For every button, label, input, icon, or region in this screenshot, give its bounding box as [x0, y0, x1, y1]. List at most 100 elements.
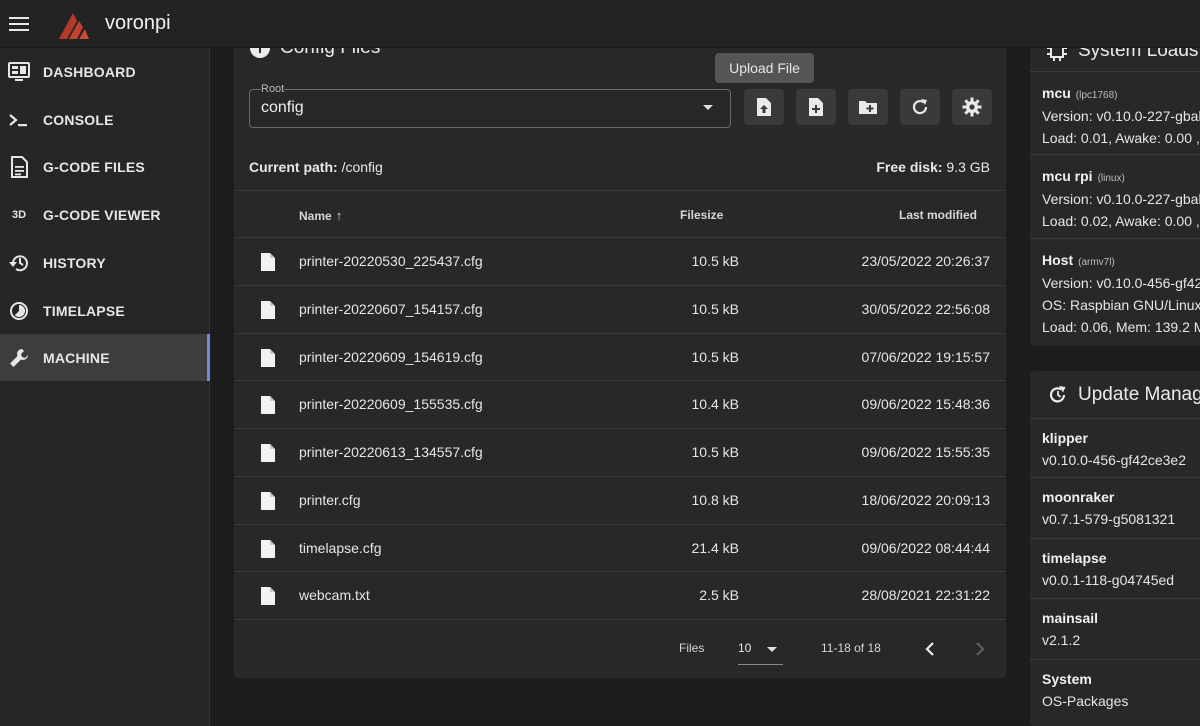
panel-title: Update Manag: [1078, 384, 1200, 405]
update-item-timelapse: timelapse v0.0.1-118-g04745ed: [1030, 539, 1200, 599]
file-icon: [260, 395, 276, 420]
file-icon: [260, 300, 276, 325]
refresh-button[interactable]: [900, 89, 940, 125]
file-modified: 28/08/2021 22:31:22: [861, 587, 990, 604]
history-icon: [8, 252, 30, 274]
load-line: OS: Raspbian GNU/Linux: [1042, 297, 1200, 313]
create-file-button[interactable]: [796, 89, 836, 125]
sidebar-item-label: HISTORY: [43, 254, 106, 271]
file-size: 10.5 kB: [691, 444, 739, 460]
file-icon: [260, 348, 276, 373]
table-row[interactable]: printer-20220607_154157.cfg 10.5 kB 30/05/…: [234, 286, 1006, 334]
create-folder-button[interactable]: [848, 89, 888, 125]
file-upload-icon: [757, 98, 771, 116]
sidebar-item-gcode-files[interactable]: G-CODE FILES: [0, 143, 210, 190]
load-block-host: Host (armv7l) Version: v0.10.0-456-gf42 O…: [1030, 239, 1200, 346]
file-name: printer-20220609_154619.cfg: [299, 348, 483, 365]
update-item-klipper: klipper v0.10.0-456-gf42ce3e2: [1030, 418, 1200, 478]
file-modified: 09/06/2022 15:48:36: [861, 396, 990, 413]
file-size: 10.5 kB: [691, 348, 739, 365]
load-line: Version: v0.10.0-227-gbab: [1042, 108, 1200, 124]
file-size: 10.5 kB: [691, 253, 739, 269]
refresh-icon: [912, 99, 928, 115]
column-name[interactable]: Name ↑: [299, 208, 342, 223]
file-name: webcam.txt: [299, 587, 370, 604]
arrow-up-icon[interactable]: ↑: [336, 208, 343, 223]
chevron-right-icon: [976, 642, 985, 656]
free-disk-label: Free disk:: [876, 159, 943, 175]
load-name: mcu rpi (linux): [1042, 168, 1125, 184]
sidebar-item-dashboard[interactable]: DASHBOARD: [0, 48, 210, 95]
update-version: v0.10.0-456-gf42ce3e2: [1042, 452, 1186, 468]
table-header: Name ↑ Filesize Last modified: [234, 190, 1006, 238]
files-per-page-select[interactable]: 10: [738, 641, 783, 665]
current-path-value: /config: [341, 159, 383, 175]
file-name: timelapse.cfg: [299, 539, 382, 556]
free-disk: Free disk: 9.3 GB: [876, 159, 990, 175]
sidebar-item-history[interactable]: HISTORY: [0, 239, 210, 286]
file-name: printer-20220613_134557.cfg: [299, 444, 483, 460]
next-page-button[interactable]: [971, 640, 989, 658]
menu-icon[interactable]: [9, 16, 29, 31]
3d-icon: 3D: [11, 208, 27, 221]
sidebar-item-machine[interactable]: MACHINE: [0, 334, 210, 381]
monitor-dashboard-icon: [8, 61, 30, 83]
file-plus-icon: [809, 98, 823, 116]
current-path-label: Current path:: [249, 159, 338, 175]
update-version: v0.0.1-118-g04745ed: [1042, 572, 1175, 588]
gear-icon: [962, 97, 982, 117]
column-last-modified[interactable]: Last modified: [899, 208, 977, 222]
chevron-left-icon: [925, 642, 934, 656]
file-icon: [260, 539, 276, 564]
settings-button[interactable]: [952, 89, 992, 125]
update-name: timelapse: [1042, 550, 1107, 566]
table-row[interactable]: printer-20220613_134557.cfg 10.5 kB 09/06/…: [234, 429, 1006, 477]
file-modified: 18/06/2022 20:09:13: [861, 491, 990, 508]
file-modified: 23/05/2022 20:26:37: [861, 253, 990, 269]
load-line: Load: 0.02, Awake: 0.00 ,: [1042, 213, 1200, 229]
app-title: voronpi: [105, 12, 171, 34]
previous-page-button[interactable]: [921, 640, 939, 658]
load-line: Version: v0.10.0-227-gbab: [1042, 191, 1200, 207]
free-disk-value: 9.3 GB: [946, 159, 990, 175]
table-row[interactable]: printer.cfg 10.8 kB 18/06/2022 20:09:13: [234, 477, 1006, 525]
sidebar-item-label: DASHBOARD: [43, 63, 136, 80]
load-line: Load: 0.06, Mem: 139.2 M: [1042, 319, 1200, 335]
console-icon: [8, 109, 30, 131]
current-path: Current path: /config: [249, 159, 383, 175]
root-select-label: Root: [261, 83, 285, 95]
file-modified: 07/06/2022 19:15:57: [861, 348, 990, 365]
upload-file-button[interactable]: [744, 89, 784, 125]
load-line: Version: v0.10.0-456-gf42: [1042, 275, 1200, 291]
sidebar-item-label: TIMELAPSE: [43, 302, 125, 319]
load-name: mcu (lpc1768): [1042, 85, 1118, 101]
sidebar-item-gcode-viewer[interactable]: 3D G-CODE VIEWER: [0, 191, 210, 238]
table-row[interactable]: printer-20220609_155535.cfg 10.4 kB 09/06/…: [234, 381, 1006, 429]
chevron-down-icon: [767, 647, 777, 652]
table-row[interactable]: webcam.txt 2.5 kB 28/08/2021 22:31:22: [234, 572, 1006, 620]
column-filesize[interactable]: Filesize: [680, 208, 723, 222]
file-size: 10.8 kB: [691, 491, 739, 508]
sidebar-item-timelapse[interactable]: TIMELAPSE: [0, 287, 210, 334]
update-version: OS-Packages: [1042, 693, 1129, 709]
table-row[interactable]: printer-20220609_154619.cfg 10.5 kB 07/06/…: [234, 334, 1006, 382]
table-row[interactable]: printer-20220530_225437.cfg 10.5 kB 23/05/…: [234, 238, 1006, 286]
file-name: printer-20220607_154157.cfg: [299, 300, 483, 317]
sidebar-item-console[interactable]: CONSOLE: [0, 96, 210, 143]
chevron-down-icon[interactable]: [703, 105, 713, 110]
file-name: printer-20220530_225437.cfg: [299, 253, 483, 269]
load-block-mcu-rpi: mcu rpi (linux) Version: v0.10.0-227-gbab…: [1030, 155, 1200, 239]
sidebar-item-label: G-CODE VIEWER: [43, 206, 161, 223]
table-row[interactable]: timelapse.cfg 21.4 kB 09/06/2022 08:44:44: [234, 525, 1006, 573]
file-icon: [260, 491, 276, 516]
root-select[interactable]: [249, 89, 731, 128]
update-name: moonraker: [1042, 489, 1115, 505]
per-page-value: 10: [738, 641, 752, 655]
file-icon: [260, 586, 276, 611]
file-modified: 09/06/2022 15:55:35: [861, 444, 990, 460]
page-range: 11-18 of 18: [821, 641, 881, 655]
file-size: 2.5 kB: [699, 587, 739, 604]
load-block-mcu: mcu (lpc1768) Version: v0.10.0-227-gbab L…: [1030, 71, 1200, 155]
file-name: printer-20220609_155535.cfg: [299, 396, 483, 413]
timelapse-icon: [8, 300, 30, 322]
